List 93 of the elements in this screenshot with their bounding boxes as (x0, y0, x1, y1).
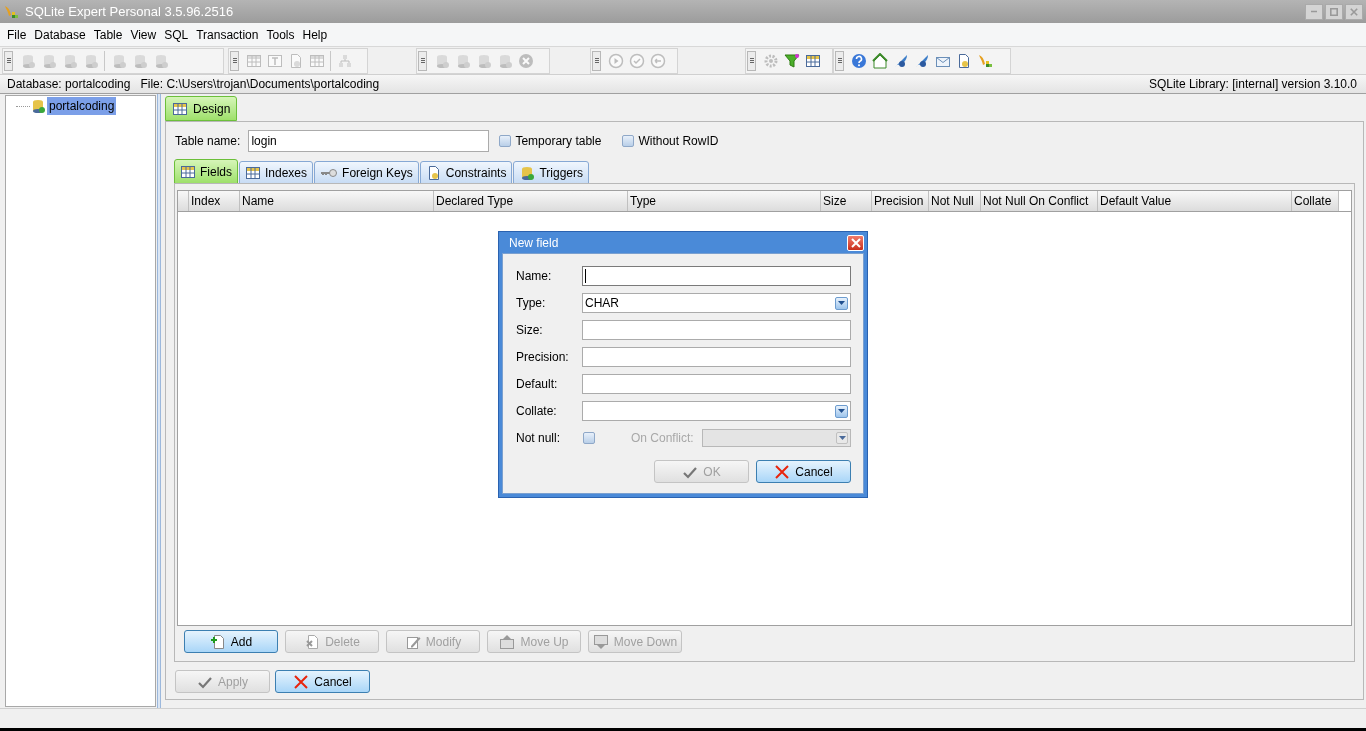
column-header[interactable]: Name (240, 191, 434, 211)
tab[interactable]: Indexes (239, 161, 314, 184)
hierarchy-icon (336, 52, 353, 69)
splitter[interactable] (157, 94, 161, 708)
button[interactable]: Add (184, 630, 278, 653)
field-label: Type: (516, 295, 547, 312)
field-label: Name: (516, 268, 553, 285)
maximize-button[interactable] (1325, 3, 1343, 20)
library-version: SQLite Library: [internal] version 3.10.0 (1148, 76, 1357, 93)
column-header[interactable]: Index (189, 191, 240, 211)
menu-item[interactable]: SQL (160, 25, 193, 44)
stop-icon (517, 52, 534, 69)
input-field[interactable] (582, 320, 851, 340)
feather-squares-icon (976, 52, 993, 69)
delete-document-icon (304, 633, 321, 650)
back-icon (649, 52, 666, 69)
table-icon (308, 52, 325, 69)
menu-item[interactable]: File (3, 25, 31, 44)
column-header[interactable]: Default Value (1098, 191, 1292, 211)
play-icon (607, 52, 624, 69)
menu-item[interactable]: Transaction (192, 25, 263, 44)
table-icon (245, 164, 261, 181)
menu-item[interactable]: Help (298, 25, 332, 44)
toolbar-grip[interactable] (747, 50, 756, 71)
cross-icon (293, 673, 310, 690)
database-label: Database: portalcoding (7, 76, 131, 93)
menu-item[interactable]: Database (30, 25, 90, 44)
field-label: On Conflict: (631, 430, 694, 447)
column-header[interactable]: Declared Type (434, 191, 628, 211)
toolbar-grip[interactable] (4, 50, 13, 71)
column-header[interactable]: Collate (1292, 191, 1339, 211)
tab[interactable]: Constraints (419, 161, 513, 184)
checkbox-label: Temporary table (515, 133, 602, 150)
close-icon (1350, 7, 1358, 16)
button[interactable]: Cancel (275, 670, 370, 693)
tab[interactable]: Foreign Keys (314, 161, 419, 184)
row-selector-header (178, 191, 189, 211)
field-label: Default: (516, 376, 559, 393)
maximize-icon (1330, 7, 1338, 16)
menu-item[interactable]: View (126, 25, 161, 44)
table-icon (180, 163, 196, 180)
toolbar-grip[interactable] (592, 50, 601, 71)
cross-icon (774, 463, 791, 480)
tab[interactable]: Triggers (513, 161, 590, 184)
checkbox[interactable] (622, 135, 635, 147)
table-icon (804, 52, 821, 69)
check-icon (628, 52, 645, 69)
field-label: Not null: (516, 430, 562, 447)
move-up-icon (499, 633, 516, 650)
table-icon (172, 100, 188, 117)
dropdown[interactable] (582, 401, 851, 421)
table-icon (245, 52, 262, 69)
column-header[interactable]: Type (628, 191, 821, 211)
toolbar-grip[interactable] (418, 50, 427, 71)
column-header[interactable]: Not Null On Conflict (981, 191, 1098, 211)
checkbox[interactable] (499, 135, 512, 147)
menu-item[interactable]: Table (89, 25, 127, 44)
tab[interactable]: Fields (174, 159, 238, 184)
database-icon (519, 164, 536, 181)
column-header[interactable]: Not Null (929, 191, 981, 211)
funnel-icon (783, 52, 800, 69)
move-down-icon (592, 633, 609, 650)
file-path: File: C:\Users\trojan\Documents\portalcoding (140, 76, 380, 93)
column-header[interactable]: Precision (872, 191, 929, 211)
feather-squares-icon (3, 3, 19, 20)
field-label: Size: (516, 322, 544, 339)
minimize-icon (1310, 10, 1318, 13)
field-label: Precision: (516, 349, 570, 366)
toolbar-grip[interactable] (835, 50, 844, 71)
text-icon (266, 52, 283, 69)
help-icon (850, 52, 867, 69)
field-label: Table name: (175, 133, 241, 150)
tree-item[interactable]: portalcoding (47, 97, 117, 115)
menu-item[interactable]: Tools (262, 25, 299, 44)
input-field[interactable] (582, 266, 851, 286)
dropdown[interactable]: CHAR (582, 293, 851, 313)
checkbox[interactable] (583, 432, 595, 444)
dialog-title: New field (509, 234, 559, 252)
home-icon (871, 52, 888, 69)
input-field[interactable] (582, 347, 851, 367)
field-label: Collate: (516, 403, 558, 420)
minimize-button[interactable] (1305, 3, 1323, 20)
checkbox-label: Without RowID (638, 133, 719, 150)
database-icon (30, 98, 46, 114)
toolbar-grip[interactable] (230, 50, 239, 71)
window-title: SQLite Expert Personal 3.5.96.2516 (25, 2, 234, 21)
add-document-icon (209, 633, 226, 650)
input-field[interactable] (582, 374, 851, 394)
column-header[interactable]: Size (821, 191, 872, 211)
button[interactable]: Cancel (756, 460, 851, 483)
gear-icon (762, 52, 779, 69)
table-name-input[interactable]: login (248, 130, 490, 152)
editor-tab[interactable]: Design (165, 96, 238, 121)
